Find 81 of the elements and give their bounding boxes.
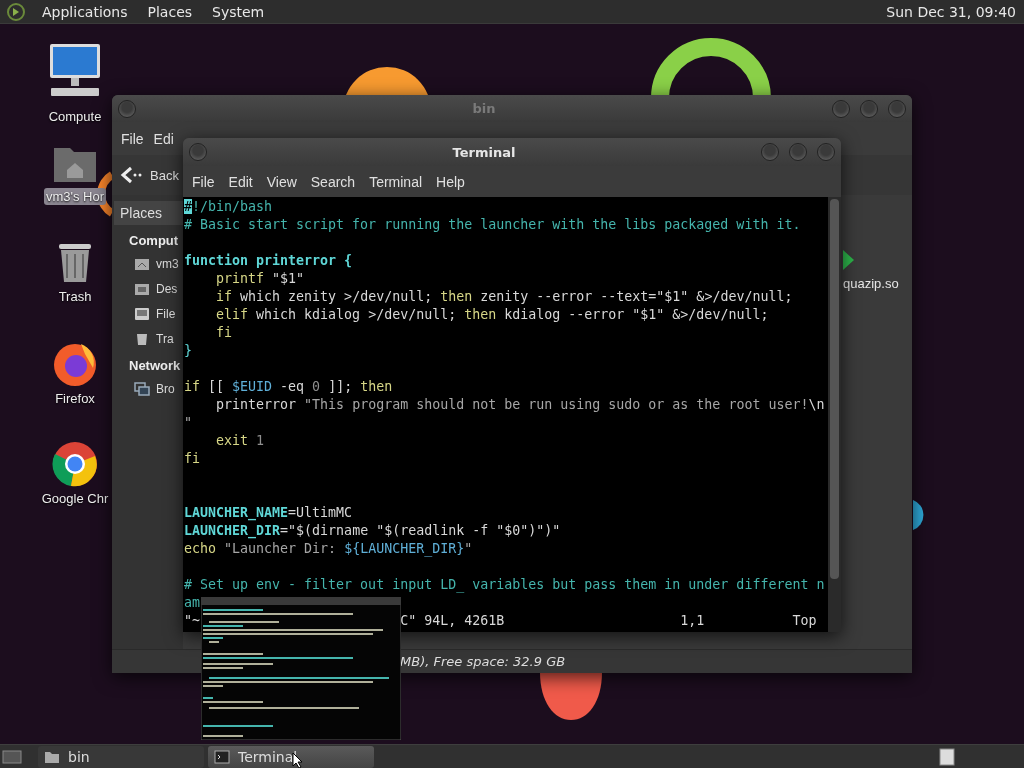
code-line: #!/bin/bash <box>184 198 273 216</box>
cursor-position: 1,1 <box>680 612 705 630</box>
sidebar-item-label: Bro <box>156 381 175 396</box>
window-menu-button[interactable] <box>189 143 207 161</box>
code-line: exit 1 <box>215 432 265 450</box>
menu-item[interactable]: Edi <box>148 130 179 147</box>
maximize-button[interactable] <box>789 143 807 161</box>
sidebar-item[interactable]: File <box>112 302 183 325</box>
chrome-icon <box>51 440 99 488</box>
desktop-icon-label[interactable]: Firefox <box>53 390 97 407</box>
back-arrow-icon <box>120 165 142 185</box>
desktop-icon-label[interactable]: Trash <box>56 288 94 305</box>
maximize-button[interactable] <box>860 99 878 118</box>
code-line: # Basic start script for running the launcher with the libs packaged with it. <box>184 216 801 234</box>
code-line: LAUNCHER_DIR="$(dirname "$(readlink -f "$0")")" <box>184 522 561 540</box>
sidebar-item[interactable]: Bro <box>112 377 183 400</box>
panel-menu[interactable]: Applications <box>38 3 132 20</box>
code-line: # Set up env - filter out input LD_ variables but pass them in under different n <box>184 576 825 594</box>
window-menu-button[interactable] <box>118 99 136 118</box>
trash-icon <box>134 331 150 346</box>
sidebar-item[interactable]: Des <box>112 277 183 300</box>
status-text: MB), Free space: 32.9 GB <box>400 654 566 669</box>
show-desktop-icon <box>2 747 22 766</box>
code-line: fi <box>184 450 200 468</box>
close-button[interactable] <box>888 99 906 118</box>
code-line: function printerror { <box>184 252 353 270</box>
desktop-folder-icon <box>134 281 150 296</box>
clock[interactable]: Sun Dec 31, 09:40 <box>886 3 1016 20</box>
terminal-icon <box>214 749 230 764</box>
code-line: printerror "This program should not be run using sudo or as the root user!\n <box>215 396 825 414</box>
code-line: elif which kdialog >/dev/null; then kdialog --error "$1" &>/dev/null; <box>215 306 769 324</box>
sidebar-item[interactable]: Tra <box>112 327 183 350</box>
menu-item[interactable]: Help <box>431 173 470 190</box>
menu-item[interactable]: Edit <box>223 173 258 190</box>
menu-logo-icon <box>6 1 26 22</box>
vim-status-text: "~ <box>184 612 200 630</box>
places-dropdown[interactable]: Places <box>114 201 183 225</box>
minimize-button[interactable] <box>761 143 779 161</box>
code-line: if which zenity >/dev/null; then zenity --error --text="$1" &>/dev/null; <box>215 288 793 306</box>
window-title: Terminal <box>451 144 517 160</box>
minimize-button[interactable] <box>832 99 850 118</box>
code-line: " <box>184 414 192 432</box>
desktop-icon-label[interactable]: Google Chr <box>39 490 111 507</box>
network-icon <box>134 381 150 396</box>
window-title: bin <box>471 101 497 116</box>
code-line: fi <box>215 324 233 342</box>
sidebar-item-label: Tra <box>156 331 174 346</box>
file-icon <box>843 250 855 270</box>
menu-item[interactable]: File <box>116 130 149 147</box>
folder-icon <box>44 749 60 764</box>
menu-item[interactable]: Terminal <box>364 173 428 190</box>
home-folder-icon <box>134 256 150 271</box>
panel-menu[interactable]: System <box>208 3 269 20</box>
code-line: am <box>184 594 200 612</box>
sidebar-item-label: File <box>156 306 176 321</box>
scroll-position: Top <box>792 612 817 630</box>
sidebar-heading: Network <box>128 357 182 375</box>
drive-icon <box>134 306 150 321</box>
sidebar-item-label: Des <box>156 281 178 296</box>
desktop-icon-label[interactable]: Compute <box>46 108 104 125</box>
code-line: echo "Launcher Dir: ${LAUNCHER_DIR}" <box>184 540 473 558</box>
close-button[interactable] <box>817 143 835 161</box>
sidebar-item[interactable]: vm3 <box>112 252 183 275</box>
back-button[interactable]: Back <box>120 165 179 185</box>
taskbar-button[interactable]: Terminal <box>208 745 374 768</box>
sidebar-heading: Comput <box>128 232 180 250</box>
menu-item[interactable]: Search <box>305 173 361 190</box>
workspace-switcher-icon <box>938 747 956 766</box>
code-line: if [[ $EUID -eq 0 ]]; then <box>184 378 393 396</box>
menu-item[interactable]: File <box>187 173 220 190</box>
code-line: printf "$1" <box>215 270 305 288</box>
panel-menu[interactable]: Places <box>143 3 197 20</box>
menu-item[interactable]: View <box>261 173 302 190</box>
file-name[interactable]: quazip.so <box>843 276 899 291</box>
sidebar-item-label: vm3 <box>156 256 179 271</box>
code-line: } <box>184 342 192 360</box>
vim-status-text: C" 94L, 4261B <box>400 612 505 630</box>
wallpaper-blob <box>540 672 602 720</box>
scrollbar[interactable] <box>828 197 841 632</box>
code-line: LAUNCHER_NAME=UltimMC <box>184 504 353 522</box>
taskbar-button[interactable]: bin <box>38 745 204 768</box>
